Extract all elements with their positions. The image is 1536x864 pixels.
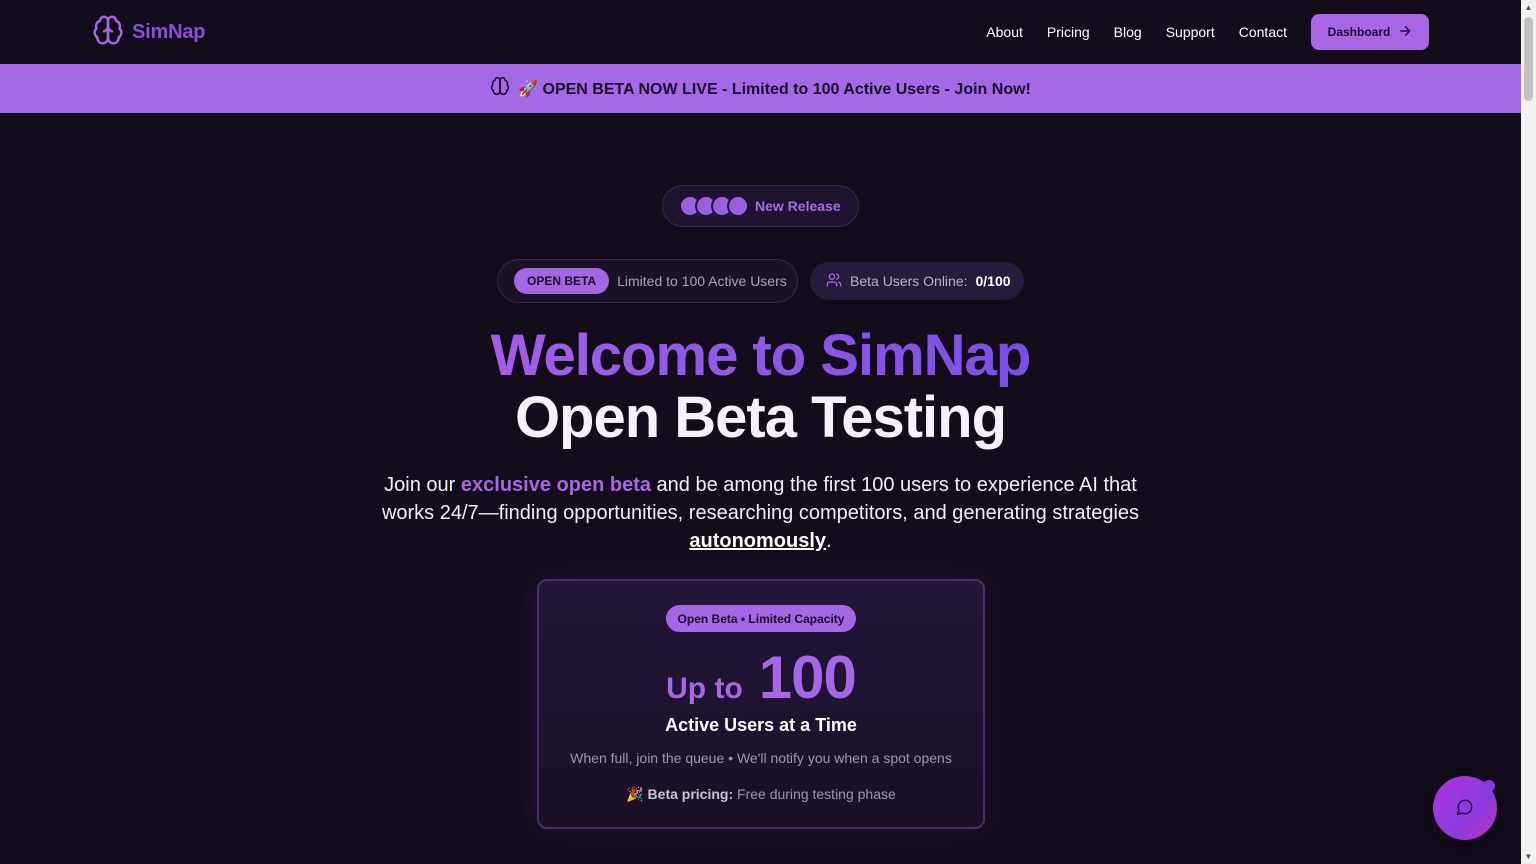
hero-description-end: .: [826, 530, 832, 552]
nav-link-blog[interactable]: Blog: [1114, 24, 1142, 40]
capacity-prefix: Up to: [666, 672, 743, 705]
avatar-stack: [679, 195, 749, 217]
page: SimNap About Pricing Blog Support Contac…: [0, 0, 1521, 864]
brand-logo-link[interactable]: SimNap: [92, 14, 205, 51]
capacity-note: When full, join the queue • We'll notify…: [570, 750, 952, 766]
hero-headline-secondary: Open Beta Testing: [514, 385, 1007, 450]
chat-icon: [1456, 798, 1474, 819]
dashboard-button[interactable]: Dashboard: [1311, 14, 1429, 50]
chat-widget-button[interactable]: [1433, 776, 1497, 840]
party-popper-icon: 🎉: [626, 786, 644, 802]
new-release-pill[interactable]: New Release: [662, 185, 859, 227]
users-icon: [826, 272, 842, 291]
open-beta-tag: OPEN BETA: [514, 268, 610, 294]
beta-users-online-pill: Beta Users Online: 0/100: [810, 262, 1024, 300]
scroll-up-arrow-icon[interactable]: ▲: [1521, 0, 1536, 15]
open-beta-limit-text: Limited to 100 Active Users: [617, 273, 787, 289]
capacity-number: 100: [758, 644, 857, 711]
nav-links: About Pricing Blog Support Contact Dashb…: [986, 14, 1429, 50]
nav-link-pricing[interactable]: Pricing: [1047, 24, 1090, 40]
arrow-right-icon: [1398, 24, 1412, 41]
hero-description-part1: Join our: [384, 474, 461, 496]
nav-link-contact[interactable]: Contact: [1239, 24, 1287, 40]
capacity-badge: Open Beta • Limited Capacity: [666, 605, 856, 632]
avatar: [727, 195, 749, 217]
beta-pricing-line: 🎉 Beta pricing: Free during testing phas…: [539, 786, 983, 803]
dashboard-button-label: Dashboard: [1327, 25, 1391, 39]
nav-link-support[interactable]: Support: [1166, 24, 1215, 40]
capacity-title: Active Users at a Time: [665, 715, 857, 735]
capacity-card: Open Beta • Limited Capacity Up to 100 A…: [537, 579, 985, 829]
beta-pricing-label: Beta pricing:: [647, 786, 734, 802]
beta-users-online-count: 0/100: [975, 273, 1011, 289]
brand-name: SimNap: [132, 20, 206, 43]
hero-headline-primary: Welcome to SimNap: [0, 322, 1521, 389]
hero-description: Join our exclusive open beta and be amon…: [380, 471, 1141, 555]
hero-description-underline: autonomously: [689, 530, 827, 552]
brain-icon: [92, 14, 124, 51]
hero-headline-primary-text: Welcome to SimNap: [490, 323, 1031, 388]
scrollbar-thumb[interactable]: [1524, 17, 1533, 101]
hero-description-highlight: exclusive open beta: [460, 474, 651, 496]
chat-notification-dot: [1483, 780, 1495, 792]
beta-announcement-banner[interactable]: 🚀 OPEN BETA NOW LIVE - Limited to 100 Ac…: [0, 64, 1521, 113]
scroll-down-arrow-icon[interactable]: ▼: [1521, 849, 1536, 864]
nav-link-about[interactable]: About: [986, 24, 1023, 40]
banner-text: 🚀 OPEN BETA NOW LIVE - Limited to 100 Ac…: [518, 80, 1031, 98]
beta-pricing-text: Free during testing phase: [733, 786, 896, 802]
beta-users-online-label: Beta Users Online:: [850, 273, 968, 289]
brain-icon: [490, 76, 510, 101]
new-release-label: New Release: [755, 198, 841, 214]
vertical-scrollbar[interactable]: ▲ ▼: [1521, 0, 1536, 864]
top-nav: SimNap About Pricing Blog Support Contac…: [0, 0, 1521, 64]
capacity-figure: Up to 100: [539, 643, 983, 712]
open-beta-pill: OPEN BETA Limited to 100 Active Users: [497, 259, 798, 303]
